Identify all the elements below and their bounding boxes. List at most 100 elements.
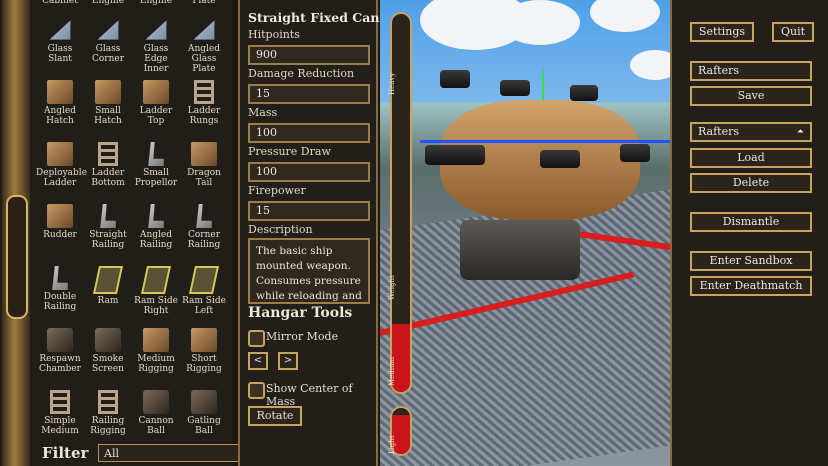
- palette-item-label: Straight Railing: [89, 230, 127, 250]
- palette-item[interactable]: Smoke Screen: [84, 328, 132, 386]
- palette-item-label: Ram: [97, 296, 119, 306]
- weight-gauge-medium-label: Medium: [388, 356, 396, 386]
- angled-railing-icon: [148, 204, 164, 228]
- cannon-ball-icon: [143, 390, 169, 414]
- palette-partial-item[interactable]: Engine: [84, 0, 132, 8]
- palette-item-label: Double Railing: [43, 292, 77, 312]
- palette-item[interactable]: Angled Hatch: [36, 80, 84, 138]
- deployable-ladder-icon: [47, 142, 73, 166]
- palette-item-label: Smoke Screen: [92, 354, 124, 374]
- enter-sandbox-button[interactable]: Enter Sandbox: [690, 251, 812, 271]
- palette-item-label: Respawn Chamber: [39, 354, 81, 374]
- filter-label: Filter: [42, 444, 89, 462]
- mirror-mode-checkbox[interactable]: [248, 330, 265, 347]
- palette-item[interactable]: Rudder: [36, 204, 84, 262]
- parts-palette: Cabinet Engine Engine Plate Glass Slant Glass…: [0, 0, 254, 466]
- palette-item-label: Simple Medium: [41, 416, 79, 436]
- palette-item-label: Glass Corner: [91, 44, 125, 64]
- load-button[interactable]: Load: [690, 148, 812, 168]
- cannon-part: [570, 85, 598, 101]
- palette-item-label: Angled Railing: [139, 230, 173, 250]
- damage-reduction-field: 15: [248, 84, 370, 104]
- ship-name-input[interactable]: Rafters: [690, 61, 812, 81]
- palette-partial-item[interactable]: Engine: [132, 0, 180, 8]
- palette-item[interactable]: Straight Railing: [84, 204, 132, 262]
- railing-rigging-icon: [98, 390, 118, 414]
- straight-railing-icon: [100, 204, 116, 228]
- palette-item[interactable]: Glass Edge Inner: [132, 18, 180, 76]
- delete-button[interactable]: Delete: [690, 173, 812, 193]
- palette-item[interactable]: Small Hatch: [84, 80, 132, 138]
- small-propellor-icon: [148, 142, 164, 166]
- enter-deathmatch-button[interactable]: Enter Deathmatch: [690, 276, 812, 296]
- ram-side-left-icon: [189, 266, 219, 294]
- cannon-part: [425, 145, 485, 165]
- palette-item[interactable]: Ladder Top: [132, 80, 180, 138]
- palette-item[interactable]: Glass Corner: [84, 18, 132, 76]
- palette-item[interactable]: Ram: [84, 266, 132, 324]
- filter-dropdown[interactable]: All ⏶: [98, 444, 254, 462]
- palette-scroll-rail[interactable]: [2, 0, 30, 466]
- eject-icon: ⏶: [796, 127, 804, 137]
- palette-item[interactable]: Short Rigging: [180, 328, 228, 386]
- palette-item[interactable]: Medium Rigging: [132, 328, 180, 386]
- weight-gauges: Heavy Weight Medium Light: [380, 0, 424, 466]
- palette-item[interactable]: Dragon Tail: [180, 142, 228, 200]
- blue-axis: [420, 140, 670, 143]
- part-properties-panel: Straight Fixed Cannon Hitpoints 900 Dama…: [238, 0, 406, 466]
- save-button[interactable]: Save: [690, 86, 812, 106]
- ladder-top-icon: [143, 80, 169, 104]
- ram-side-right-icon: [141, 266, 171, 294]
- palette-item[interactable]: Ladder Rungs: [180, 80, 228, 138]
- palette-item[interactable]: Ram Side Left: [180, 266, 228, 324]
- weight-gauge-weight-label: Weight: [388, 275, 396, 300]
- short-rigging-icon: [191, 328, 217, 352]
- palette-item-label: Small Hatch: [94, 106, 122, 126]
- palette-item[interactable]: Corner Railing: [180, 204, 228, 262]
- filter-bar: Filter All ⏶: [36, 440, 254, 466]
- corner-railing-icon: [196, 204, 212, 228]
- rotate-button[interactable]: Rotate: [248, 406, 302, 426]
- palette-partial-item[interactable]: Plate: [180, 0, 228, 8]
- palette-item-label: Medium Rigging: [137, 354, 175, 374]
- palette-item-label: Angled Hatch: [43, 106, 77, 126]
- filter-value: All: [104, 447, 119, 460]
- palette-item[interactable]: Angled Railing: [132, 204, 180, 262]
- ship-load-dropdown[interactable]: Rafters ⏶: [690, 122, 812, 142]
- angled-glass-plate-icon: [193, 20, 215, 40]
- gatling-ball-icon: [191, 390, 217, 414]
- damage-reduction-label: Damage Reduction: [248, 67, 355, 80]
- palette-item[interactable]: Ram Side Right: [132, 266, 180, 324]
- hitpoints-label: Hitpoints: [248, 28, 300, 41]
- weight-gauge-heavy-label: Heavy: [388, 72, 396, 95]
- palette-item[interactable]: Respawn Chamber: [36, 328, 84, 386]
- description-box[interactable]: The basic ship mounted weapon. Consumes …: [248, 238, 370, 304]
- glass-slant-icon: [49, 20, 71, 40]
- mirror-next-button[interactable]: >: [278, 352, 298, 370]
- show-center-of-mass-checkbox[interactable]: [248, 382, 265, 399]
- palette-partial-item[interactable]: Cabinet: [36, 0, 84, 8]
- palette-item-label: Ram Side Left: [182, 296, 226, 316]
- palette-item-label: Ram Side Right: [134, 296, 178, 316]
- palette-item[interactable]: Glass Slant: [36, 18, 84, 76]
- lift-gauge-light-label: Light: [388, 435, 396, 454]
- settings-button[interactable]: Settings: [690, 22, 754, 42]
- palette-item[interactable]: Small Propellor: [132, 142, 180, 200]
- dismantle-button[interactable]: Dismantle: [690, 212, 812, 232]
- pressure-draw-label: Pressure Draw: [248, 145, 331, 158]
- respawn-chamber-icon: [47, 328, 73, 352]
- palette-item[interactable]: Deployable Ladder: [36, 142, 87, 200]
- firepower-label: Firepower: [248, 184, 306, 197]
- cannon-part: [440, 70, 470, 88]
- palette-item-label: Ladder Top: [139, 106, 173, 126]
- palette-item[interactable]: Angled Glass Plate: [180, 18, 228, 76]
- quit-button[interactable]: Quit: [772, 22, 814, 42]
- weight-gauge: [390, 12, 412, 394]
- palette-item-label: Gatling Ball: [187, 416, 221, 436]
- palette-item[interactable]: Double Railing: [36, 266, 84, 324]
- palette-item-label: Angled Glass Plate: [187, 44, 221, 74]
- ship-undercarriage: [460, 220, 580, 280]
- palette-scroll-handle[interactable]: [6, 195, 28, 319]
- palette-item[interactable]: Ladder Bottom: [84, 142, 132, 200]
- mirror-prev-button[interactable]: <: [248, 352, 268, 370]
